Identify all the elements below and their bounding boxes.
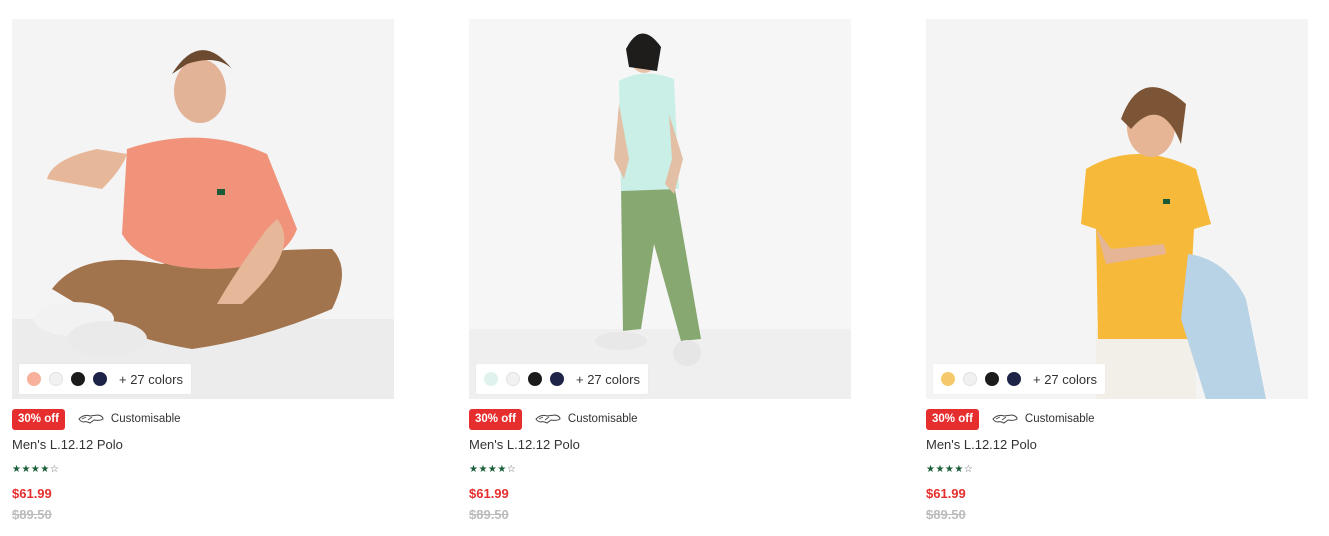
product-image[interactable]: + 27 colors	[12, 19, 394, 399]
original-price: $89.50	[12, 507, 52, 522]
sale-price: $61.99	[926, 486, 966, 501]
original-price: $89.50	[469, 507, 509, 522]
product-name[interactable]: Men's L.12.12 Polo	[926, 437, 1037, 452]
product-card[interactable]: + 27 colors 30% off Customisable Men's L…	[12, 19, 394, 524]
rating-stars: ★★★★☆	[926, 464, 973, 475]
rating-stars: ★★★★☆	[469, 464, 516, 475]
color-swatch[interactable]	[71, 372, 85, 386]
color-swatch[interactable]	[484, 372, 498, 386]
sale-price: $61.99	[12, 486, 52, 501]
filled-stars: ★★★★	[926, 464, 964, 475]
color-swatch-bar[interactable]: + 27 colors	[933, 364, 1105, 394]
color-swatch[interactable]	[941, 372, 955, 386]
color-swatch[interactable]	[550, 372, 564, 386]
product-name[interactable]: Men's L.12.12 Polo	[469, 437, 580, 452]
filled-stars: ★★★★	[12, 464, 50, 475]
color-swatch[interactable]	[93, 372, 107, 386]
sale-price: $61.99	[469, 486, 509, 501]
more-colors-link[interactable]: + 27 colors	[576, 372, 640, 387]
rating-stars: ★★★★☆	[12, 464, 59, 475]
product-photo-illustration	[12, 19, 394, 399]
product-image[interactable]: + 27 colors	[926, 19, 1308, 399]
crocodile-icon	[992, 412, 1018, 426]
product-image[interactable]: + 27 colors	[469, 19, 851, 399]
discount-badge: 30% off	[469, 408, 522, 430]
product-card[interactable]: + 27 colors 30% off Customisable Men's L…	[469, 19, 851, 524]
product-tags: 30% off Customisable	[12, 408, 181, 430]
customisable-label: Customisable	[110, 413, 181, 425]
empty-star: ☆	[506, 464, 517, 475]
color-swatch[interactable]	[985, 372, 999, 386]
more-colors-link[interactable]: + 27 colors	[1033, 372, 1097, 387]
product-photo-illustration	[469, 19, 851, 399]
color-swatch[interactable]	[506, 372, 520, 386]
crocodile-icon	[535, 412, 561, 426]
product-photo-illustration	[926, 19, 1308, 399]
discount-badge: 30% off	[926, 408, 979, 430]
customisable-label: Customisable	[567, 413, 638, 425]
product-tags: 30% off Customisable	[469, 408, 638, 430]
product-tags: 30% off Customisable	[926, 408, 1095, 430]
more-colors-link[interactable]: + 27 colors	[119, 372, 183, 387]
color-swatch[interactable]	[49, 372, 63, 386]
product-grid: + 27 colors 30% off Customisable Men's L…	[0, 0, 1329, 536]
filled-stars: ★★★★	[469, 464, 507, 475]
customisable-label: Customisable	[1024, 413, 1095, 425]
color-swatch[interactable]	[528, 372, 542, 386]
color-swatch-bar[interactable]: + 27 colors	[476, 364, 648, 394]
empty-star: ☆	[963, 464, 974, 475]
color-swatch[interactable]	[27, 372, 41, 386]
product-card[interactable]: + 27 colors 30% off Customisable Men's L…	[926, 19, 1308, 524]
color-swatch[interactable]	[1007, 372, 1021, 386]
product-name[interactable]: Men's L.12.12 Polo	[12, 437, 123, 452]
original-price: $89.50	[926, 507, 966, 522]
crocodile-icon	[78, 412, 104, 426]
color-swatch[interactable]	[963, 372, 977, 386]
discount-badge: 30% off	[12, 408, 65, 430]
empty-star: ☆	[49, 464, 60, 475]
color-swatch-bar[interactable]: + 27 colors	[19, 364, 191, 394]
